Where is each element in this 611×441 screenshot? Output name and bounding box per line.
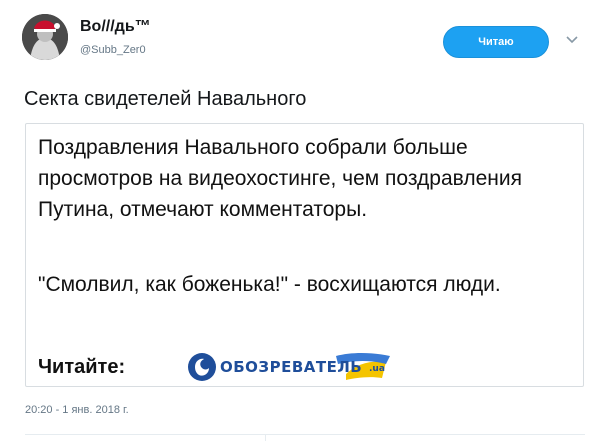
more-options-button[interactable] <box>564 32 580 48</box>
source-logo-suffix: .ua <box>369 364 385 374</box>
card-paragraph-2: "Смолвил, как боженька!" - восхищаются л… <box>38 273 501 296</box>
tweet-text: Секта свидетелей Навального <box>24 88 307 110</box>
author-display-name[interactable]: Bo///дь™ <box>80 18 151 36</box>
tweet-timestamp[interactable]: 20:20 - 1 янв. 2018 г. <box>25 404 129 416</box>
avatar-icon <box>22 14 68 60</box>
read-label: Читайте: <box>38 356 126 378</box>
embedded-image-card[interactable]: Поздравления Навального собрали больше п… <box>25 123 584 387</box>
source-logo-text: ОБОЗРЕВАТЕЛЬ <box>220 358 363 376</box>
divider <box>25 434 585 435</box>
divider-tick <box>265 434 266 441</box>
chevron-down-icon <box>566 36 578 44</box>
follow-button-label: Читаю <box>478 36 514 48</box>
avatar[interactable] <box>22 14 68 60</box>
author-handle[interactable]: @Subb_Zer0 <box>80 44 146 56</box>
card-paragraph-1: Поздравления Навального собрали больше п… <box>38 136 522 221</box>
source-logo: ОБОЗРЕВАТЕЛЬ .ua <box>186 350 396 384</box>
follow-button[interactable]: Читаю <box>443 26 549 58</box>
